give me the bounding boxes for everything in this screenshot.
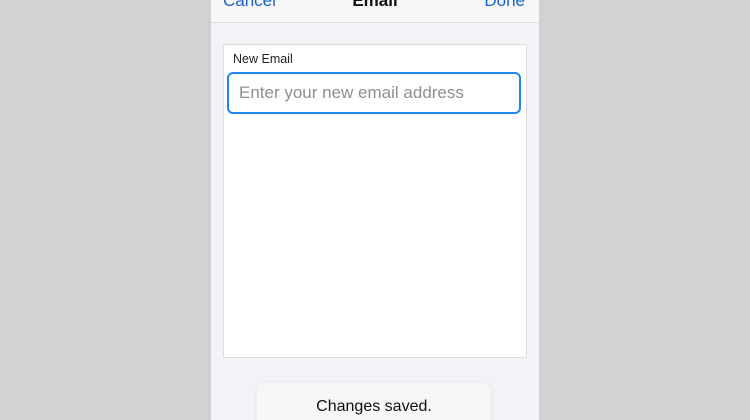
navigation-bar: Cancel Email Done [211,0,539,23]
phone-screen: Cancel Email Done New Email Changes save… [211,0,539,420]
new-email-input[interactable] [227,72,521,114]
new-email-label: New Email [233,52,293,66]
email-form-card: New Email [223,44,527,358]
done-button[interactable]: Done [484,0,525,11]
toast-message: Changes saved. [316,398,432,415]
changes-saved-toast: Changes saved. [257,383,491,420]
